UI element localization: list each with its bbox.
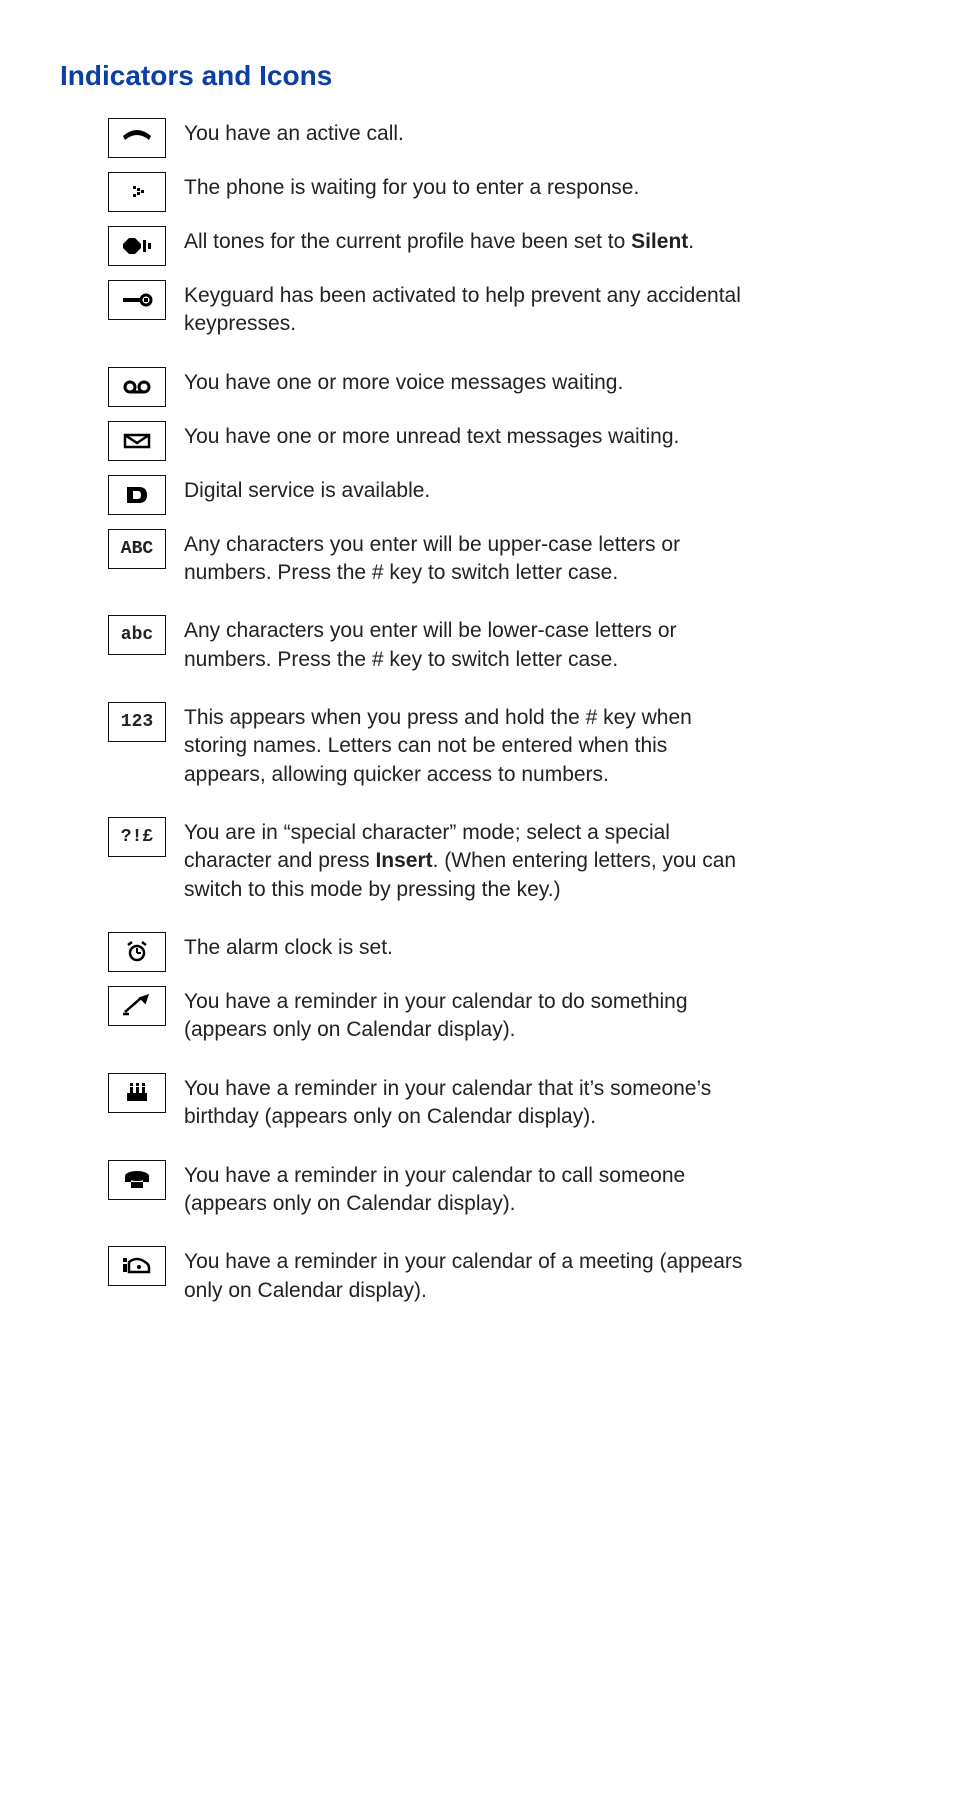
special-char-icon: ?!£ xyxy=(108,817,166,857)
digital-service-icon xyxy=(108,475,166,515)
reminder-call-icon xyxy=(108,1160,166,1200)
reminder-birthday-icon xyxy=(108,1073,166,1113)
numeric-icon: 123 xyxy=(108,702,166,742)
section-title: Indicators and Icons xyxy=(60,60,894,92)
indicator-row: You have one or more unread text message… xyxy=(108,421,894,461)
indicator-description: You are in “special character” mode; sel… xyxy=(184,817,744,904)
indicator-row: You have a reminder in your calendar tha… xyxy=(108,1073,894,1132)
indicator-list: You have an active call. The phone is wai… xyxy=(60,118,894,1305)
indicator-row: The alarm clock is set. xyxy=(108,932,894,972)
indicator-description: Digital service is available. xyxy=(184,475,430,505)
indicator-row: abc Any characters you enter will be lowe… xyxy=(108,615,894,674)
indicator-row: You have a reminder in your calendar to … xyxy=(108,1160,894,1219)
keyguard-icon xyxy=(108,280,166,320)
indicator-row: The phone is waiting for you to enter a … xyxy=(108,172,894,212)
indicator-row: Keyguard has been activated to help prev… xyxy=(108,280,894,339)
indicator-row: You have an active call. xyxy=(108,118,894,158)
indicator-description: You have a reminder in your calendar of … xyxy=(184,1246,744,1305)
indicator-description: Any characters you enter will be lower-c… xyxy=(184,615,744,674)
lowercase-icon: abc xyxy=(108,615,166,655)
indicator-row: All tones for the current profile have b… xyxy=(108,226,894,266)
indicator-description: You have a reminder in your calendar to … xyxy=(184,1160,744,1219)
reminder-todo-icon xyxy=(108,986,166,1026)
indicator-description: You have an active call. xyxy=(184,118,404,148)
indicator-description: You have one or more unread text message… xyxy=(184,421,679,451)
reminder-meeting-icon xyxy=(108,1246,166,1286)
indicator-description: You have a reminder in your calendar tha… xyxy=(184,1073,744,1132)
active-call-icon xyxy=(108,118,166,158)
waiting-response-icon xyxy=(108,172,166,212)
indicator-row: Digital service is available. xyxy=(108,475,894,515)
indicator-description: Any characters you enter will be upper-c… xyxy=(184,529,744,588)
indicator-row: You have a reminder in your calendar of … xyxy=(108,1246,894,1305)
voicemail-icon xyxy=(108,367,166,407)
indicator-row: You have one or more voice messages wait… xyxy=(108,367,894,407)
alarm-set-icon xyxy=(108,932,166,972)
indicator-row: 123 This appears when you press and hold … xyxy=(108,702,894,789)
indicator-description: All tones for the current profile have b… xyxy=(184,226,694,256)
indicator-description: You have a reminder in your calendar to … xyxy=(184,986,744,1045)
uppercase-icon: ABC xyxy=(108,529,166,569)
indicator-row: You have a reminder in your calendar to … xyxy=(108,986,894,1045)
silent-icon xyxy=(108,226,166,266)
indicator-description: Keyguard has been activated to help prev… xyxy=(184,280,744,339)
indicator-description: This appears when you press and hold the… xyxy=(184,702,744,789)
indicator-row: ?!£ You are in “special character” mode; … xyxy=(108,817,894,904)
indicator-description: The alarm clock is set. xyxy=(184,932,393,962)
indicator-row: ABC Any characters you enter will be uppe… xyxy=(108,529,894,588)
indicator-description: You have one or more voice messages wait… xyxy=(184,367,623,397)
indicator-description: The phone is waiting for you to enter a … xyxy=(184,172,639,202)
unread-sms-icon xyxy=(108,421,166,461)
